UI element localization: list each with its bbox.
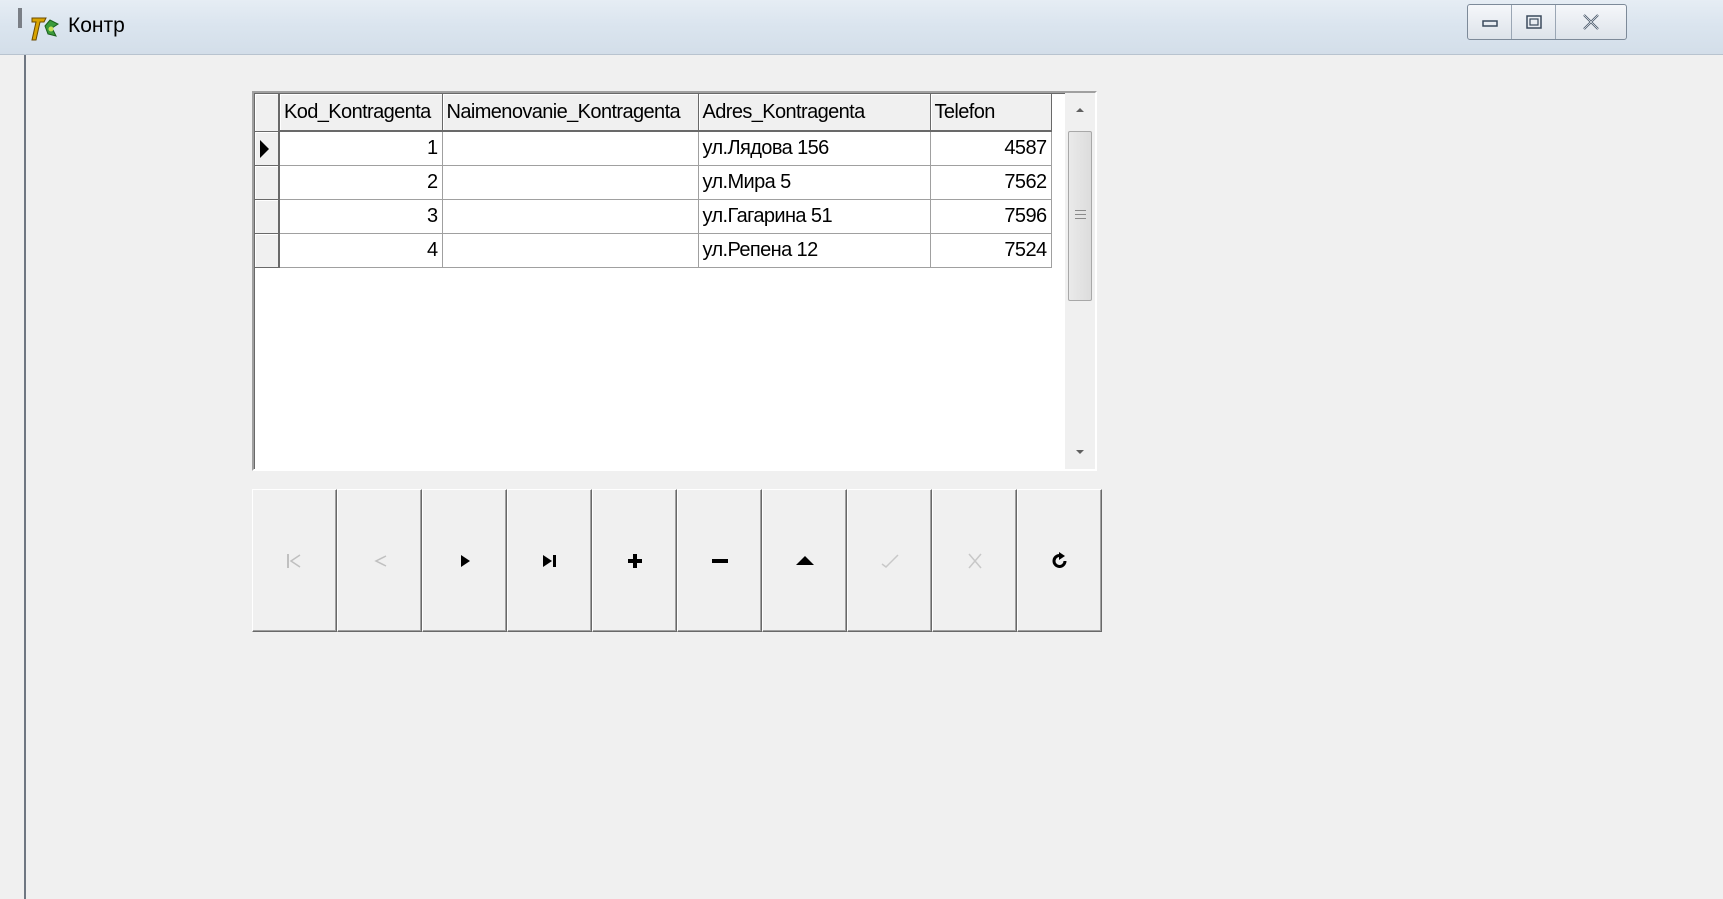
table-row[interactable]: 1 ул.Лядова 156 4587 [255, 131, 1052, 166]
cell-telefon[interactable]: 7596 [930, 199, 1052, 234]
cell-kod[interactable]: 4 [279, 233, 443, 268]
prior-icon [373, 554, 386, 567]
close-button[interactable] [1556, 5, 1626, 39]
scroll-down-button[interactable] [1065, 437, 1095, 467]
scroll-down-arrow-icon [1076, 450, 1084, 454]
thumb-grip-line [1075, 214, 1086, 215]
thumb-grip-line [1075, 210, 1086, 211]
cell-adres[interactable]: ул.Мира 5 [698, 165, 931, 200]
window-title: Контр [68, 14, 125, 37]
grid-header-row: Kod_Kontragenta Naimenovanie_Kontragenta… [255, 94, 1052, 132]
cell-kod[interactable]: 3 [279, 199, 443, 234]
post-edit-button[interactable] [847, 489, 932, 632]
cancel-edit-button[interactable] [932, 489, 1017, 632]
cell-kod[interactable]: 2 [279, 165, 443, 200]
table-row[interactable]: 3 ул.Гагарина 51 7596 [255, 199, 1052, 234]
row-indicator[interactable] [255, 233, 280, 268]
close-icon [1583, 14, 1599, 30]
first-record-button[interactable] [252, 489, 337, 632]
header-indicator-cell [255, 94, 280, 132]
next-record-button[interactable] [422, 489, 507, 632]
scroll-up-button[interactable] [1065, 95, 1095, 125]
contractors-grid[interactable]: Kod_Kontragenta Naimenovanie_Kontragenta… [252, 91, 1097, 471]
cell-adres[interactable]: ул.Репена 12 [698, 233, 931, 268]
cell-telefon[interactable]: 7562 [930, 165, 1052, 200]
check-icon [881, 553, 899, 568]
maximize-button[interactable] [1512, 5, 1556, 39]
thumb-grip-line [1075, 218, 1086, 219]
column-header-telefon[interactable]: Telefon [930, 94, 1052, 132]
window-left-border [24, 55, 26, 899]
db-navigator [252, 489, 1104, 632]
cell-naimenovanie[interactable] [442, 233, 699, 268]
scroll-thumb[interactable] [1068, 131, 1092, 301]
row-indicator[interactable] [255, 199, 280, 234]
last-record-button[interactable] [507, 489, 592, 632]
scroll-up-arrow-icon [1076, 108, 1084, 112]
main-window: Контр Kod_Kontragenta Naimenovanie_Kontr… [0, 0, 1723, 899]
minimize-button[interactable] [1468, 5, 1512, 39]
edit-record-button[interactable] [762, 489, 847, 632]
cell-telefon[interactable]: 4587 [930, 131, 1052, 166]
next-icon [460, 554, 470, 567]
delete-record-button[interactable] [677, 489, 762, 632]
cancel-icon [967, 553, 982, 568]
table-row[interactable]: 4 ул.Репена 12 7524 [255, 233, 1052, 268]
table-row[interactable]: 2 ул.Мира 5 7562 [255, 165, 1052, 200]
refresh-data-button[interactable] [1017, 489, 1102, 632]
edit-icon [795, 555, 814, 565]
minus-icon [711, 558, 728, 563]
grid-table: Kod_Kontragenta Naimenovanie_Kontragenta… [255, 94, 1052, 268]
cell-naimenovanie[interactable] [442, 199, 699, 234]
cell-naimenovanie[interactable] [442, 165, 699, 200]
delphi-app-icon[interactable] [30, 14, 60, 42]
column-header-naimenovanie[interactable]: Naimenovanie_Kontragenta [442, 94, 699, 132]
cell-kod[interactable]: 1 [279, 131, 443, 166]
column-header-kod[interactable]: Kod_Kontragenta [279, 94, 443, 132]
caption-buttons [1467, 4, 1627, 40]
grid-vertical-scrollbar[interactable] [1065, 93, 1095, 469]
window-edge-marker [18, 8, 22, 28]
row-indicator[interactable] [255, 131, 280, 166]
row-indicator[interactable] [255, 165, 280, 200]
cell-telefon[interactable]: 7524 [930, 233, 1052, 268]
plus-icon [627, 553, 642, 568]
prior-record-button[interactable] [337, 489, 422, 632]
last-icon [542, 554, 556, 567]
current-row-arrow-icon [260, 139, 269, 158]
title-bar[interactable]: Контр [0, 0, 1723, 55]
cell-naimenovanie[interactable] [442, 131, 699, 166]
minimize-icon [1481, 20, 1498, 27]
insert-record-button[interactable] [592, 489, 677, 632]
first-icon [286, 553, 300, 568]
refresh-icon [1052, 551, 1066, 568]
column-header-adres[interactable]: Adres_Kontragenta [698, 94, 931, 132]
cell-adres[interactable]: ул.Гагарина 51 [698, 199, 931, 234]
maximize-icon [1525, 15, 1542, 29]
cell-adres[interactable]: ул.Лядова 156 [698, 131, 931, 166]
